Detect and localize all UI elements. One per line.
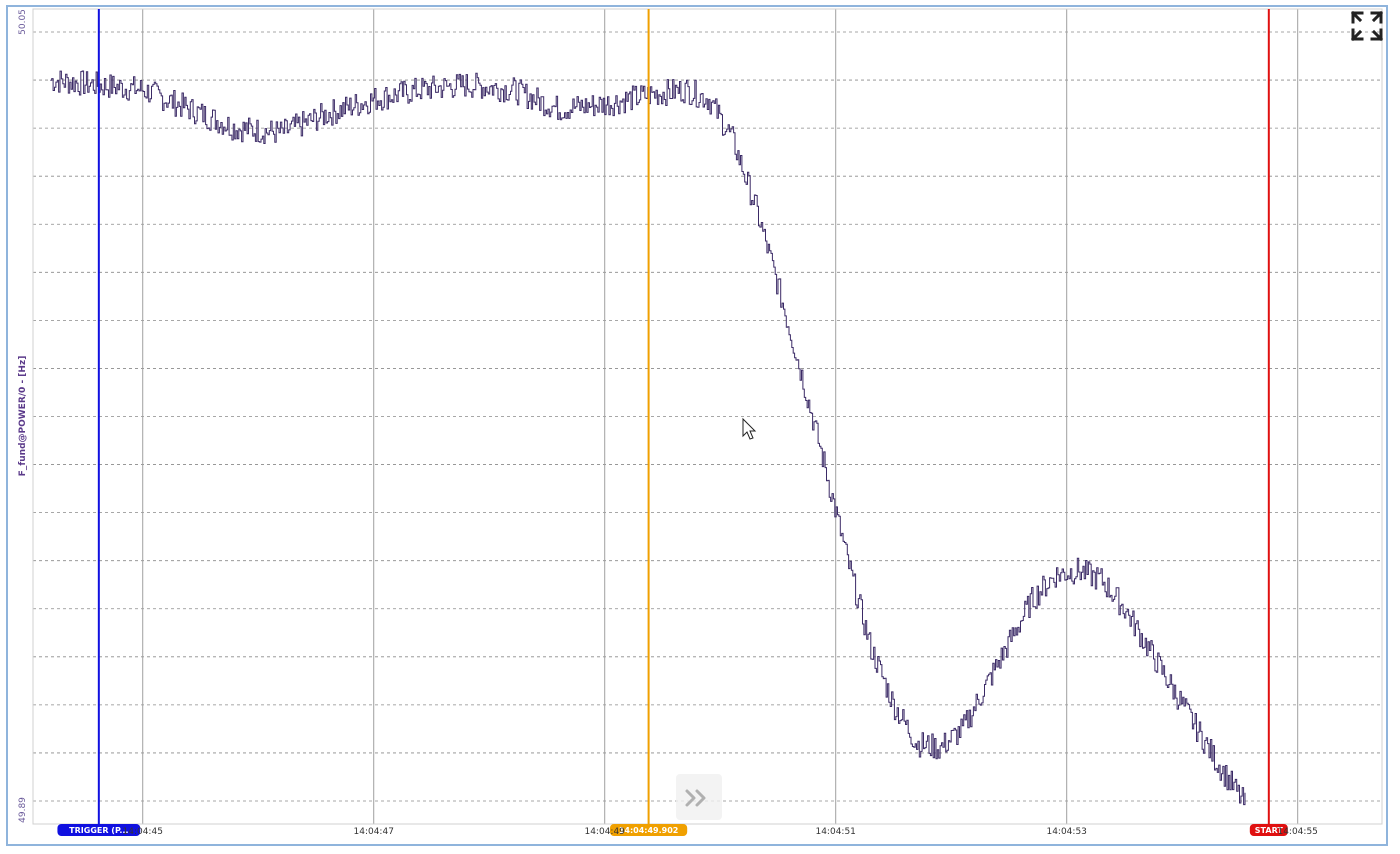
- marker-label: TRIGGER (P...: [69, 826, 128, 835]
- x-tick-label: 14:04:45: [123, 827, 163, 837]
- y-tick-min: 49.89: [18, 797, 28, 823]
- x-tick-label: 14:04:49: [584, 827, 625, 837]
- fast-forward-button-bg: [676, 774, 722, 820]
- marker-label: 14:04:49.902: [619, 826, 679, 835]
- expand-icon[interactable]: [1350, 10, 1384, 42]
- x-tick-label: 14:04:51: [815, 827, 855, 837]
- y-axis-label: F_fund@POWER/0 - [Hz]: [18, 356, 28, 477]
- x-tick-label: 14:04:53: [1046, 827, 1086, 837]
- mouse-pointer-icon: [742, 417, 757, 440]
- y-tick-max: 50.05: [18, 9, 28, 35]
- fast-forward-button[interactable]: [676, 774, 722, 820]
- horizontal-gridlines: [33, 31, 1382, 802]
- chart-svg: TRIGGER (P... 14:04:49.902 START 14:04:45 1…: [18, 8, 1384, 837]
- x-tick-labels: 14:04:45 14:04:47 14:04:49 14:04:51 14:04:53…: [123, 827, 1318, 837]
- x-tick-label: 14:04:55: [1277, 827, 1317, 837]
- x-tick-label: 14:04:47: [354, 827, 394, 837]
